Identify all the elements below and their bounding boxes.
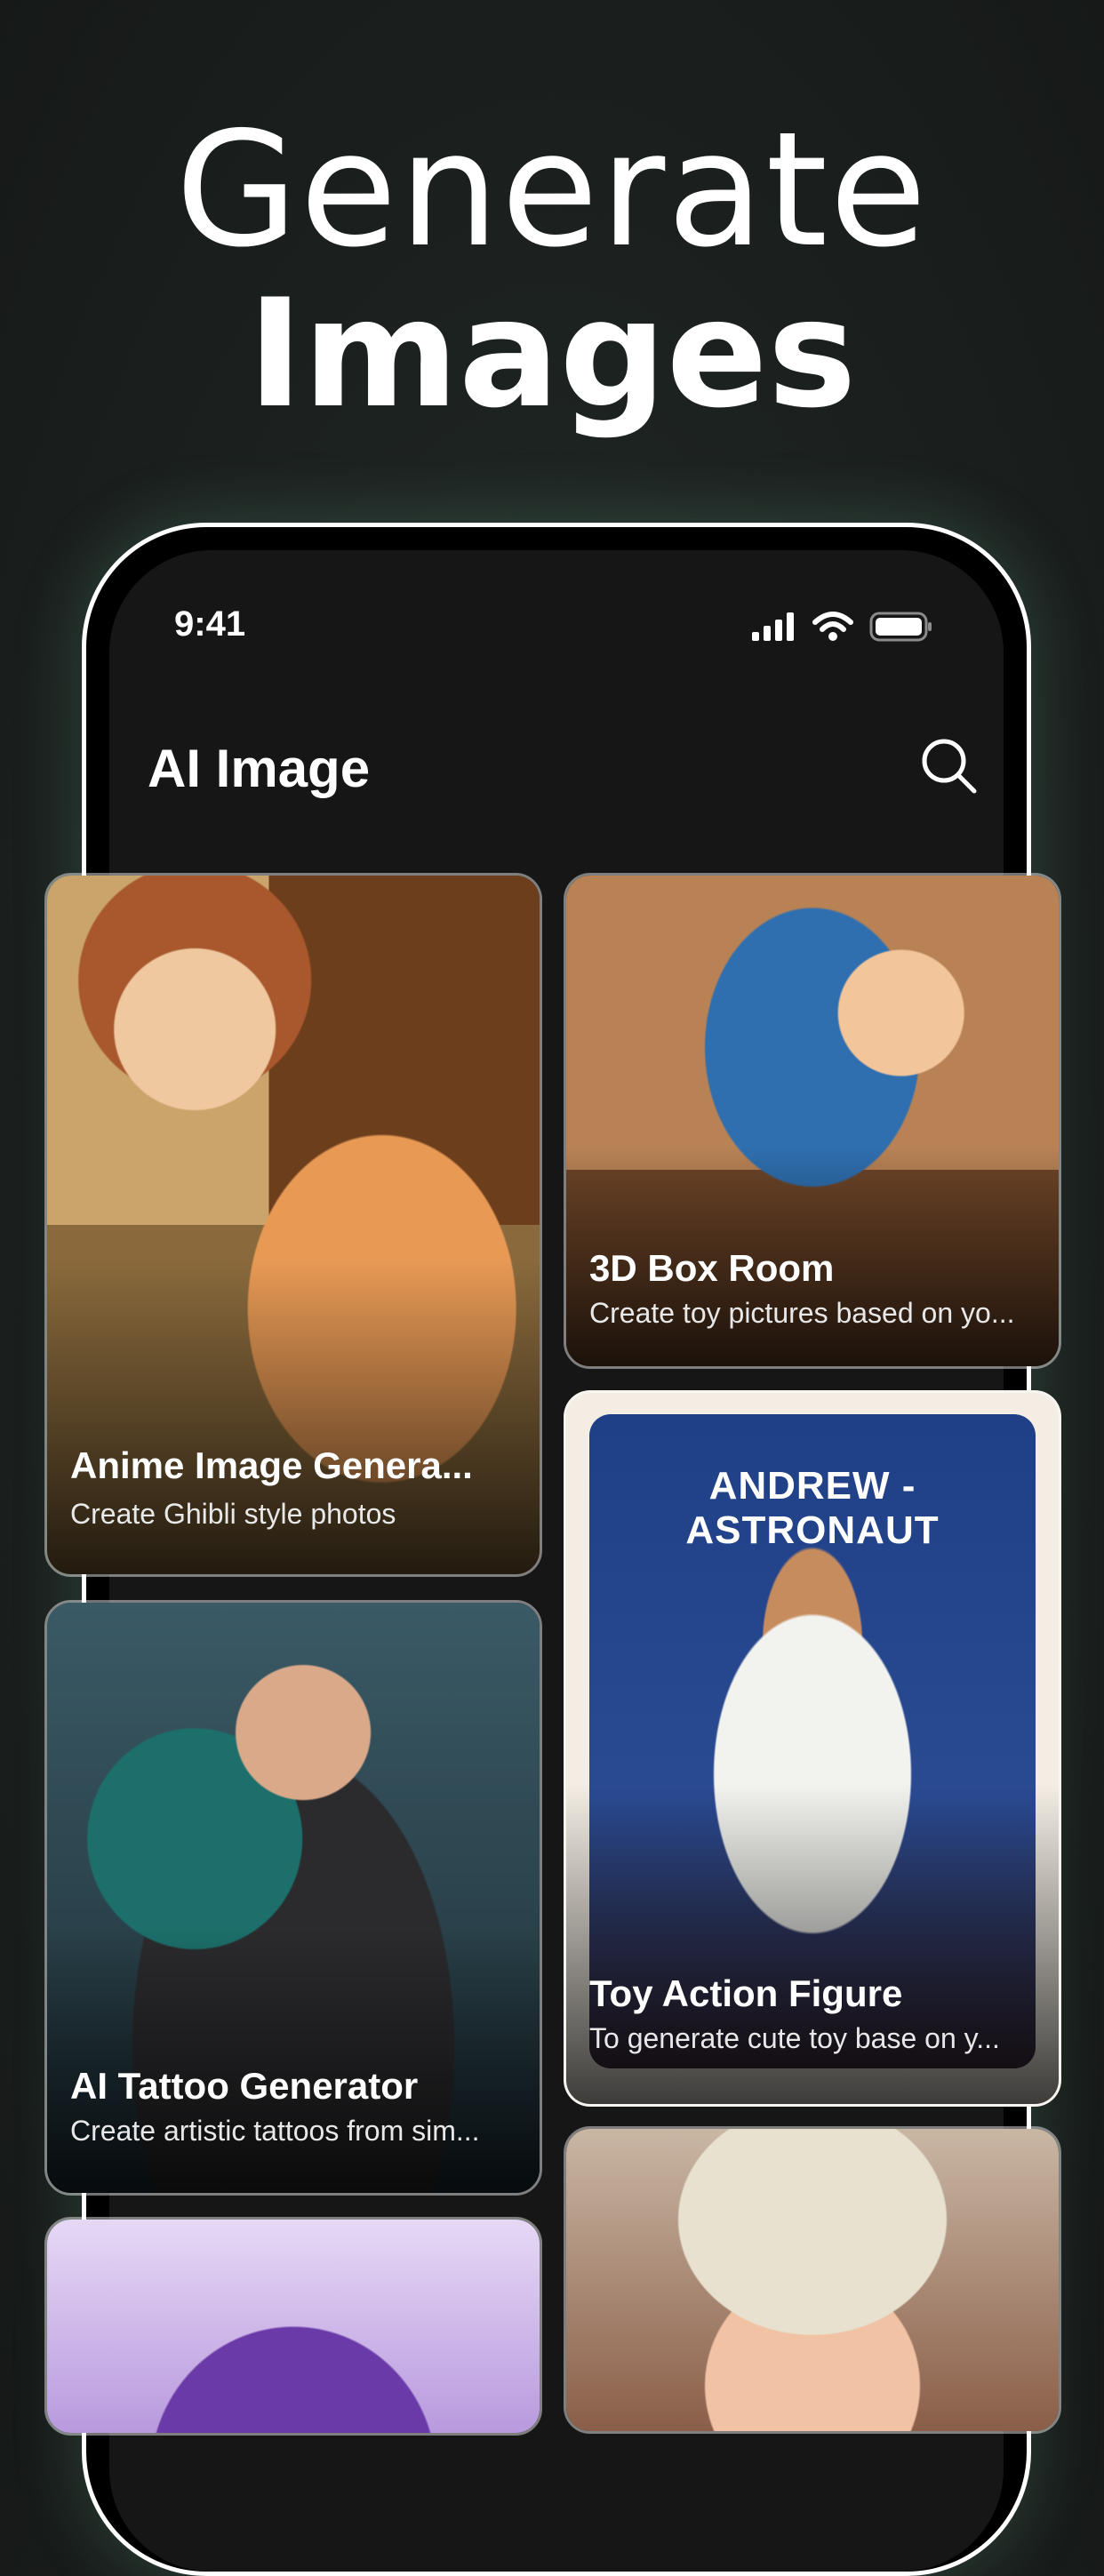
card-subtitle: Create artistic tattoos from sim... bbox=[70, 2115, 480, 2147]
headline-generate: Generate bbox=[175, 98, 929, 282]
app-title: AI Image bbox=[148, 739, 371, 798]
battery-icon bbox=[869, 612, 932, 642]
card-cap-character[interactable] bbox=[564, 2126, 1061, 2434]
card-title: Anime Image Genera... bbox=[70, 1444, 473, 1486]
card-title: AI Tattoo Generator bbox=[70, 2065, 419, 2107]
search-icon bbox=[922, 739, 977, 794]
search-button[interactable] bbox=[917, 734, 980, 796]
status-icons bbox=[752, 612, 933, 642]
wifi-icon bbox=[812, 612, 853, 641]
card-title: 3D Box Room bbox=[589, 1247, 835, 1289]
card-purple-anime[interactable] bbox=[44, 2217, 542, 2436]
card-ai-tattoo-generator[interactable]: AI Tattoo Generator Create artistic tatt… bbox=[44, 1600, 542, 2196]
headline-images: Images bbox=[247, 267, 857, 441]
card-subtitle: Create Ghibli style photos bbox=[70, 1498, 396, 1530]
purple-anime-image bbox=[47, 2220, 540, 2433]
card-title: Toy Action Figure bbox=[589, 1972, 903, 2014]
card-3d-box-room[interactable]: 3D Box Room Create toy pictures based on… bbox=[564, 873, 1061, 1369]
card-toy-action-figure[interactable]: ANDREW - ASTRONAUT Toy Action Figure To … bbox=[564, 1390, 1061, 2107]
card-anime-image-generator[interactable]: Anime Image Genera... Create Ghibli styl… bbox=[44, 873, 542, 1577]
cap-character-image bbox=[566, 2129, 1059, 2431]
status-time: 9:41 bbox=[174, 604, 246, 644]
card-subtitle: Create toy pictures based on yo... bbox=[589, 1297, 1015, 1329]
package-label: ANDREW - ASTRONAUT bbox=[685, 1464, 940, 1552]
card-subtitle: To generate cute toy base on y... bbox=[589, 2022, 1000, 2054]
signal-icon bbox=[752, 612, 794, 641]
